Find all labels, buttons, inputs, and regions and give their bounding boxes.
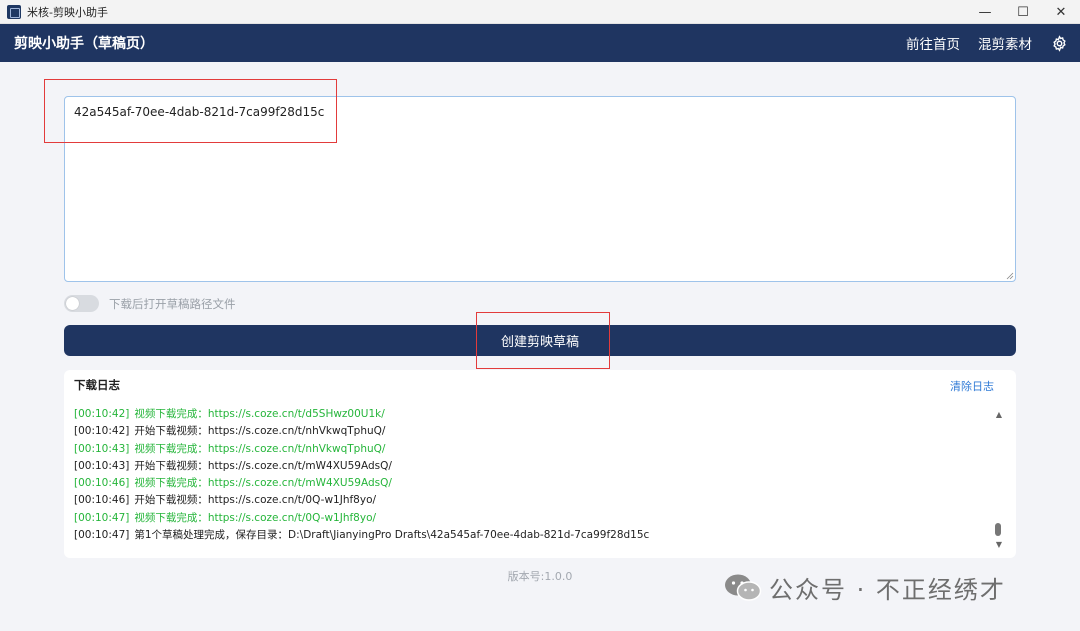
window-titlebar: 米核-剪映小助手 — ☐ ✕ <box>0 0 1080 24</box>
log-line: [00:10:47] 视频下载完成：https://s.coze.cn/t/0Q-… <box>64 510 994 527</box>
window-controls: — ☐ ✕ <box>966 0 1080 24</box>
log-time: [00:10:42] <box>74 408 130 420</box>
log-time: [00:10:47] <box>74 511 130 524</box>
log-line: [00:10:46] 开始下载视频：https://s.coze.cn/t/0Q-… <box>64 492 994 509</box>
log-list[interactable]: [00:10:42] 视频下载完成：https://s.coze.cn/t/d5S… <box>64 406 994 554</box>
open-path-toggle-label: 下载后打开草稿路径文件 <box>109 296 236 311</box>
window-title: 米核-剪映小助手 <box>27 5 108 19</box>
log-line: [00:10:46] 视频下载完成：https://s.coze.cn/t/mW4… <box>64 475 994 492</box>
resize-grip-icon[interactable] <box>1006 272 1014 280</box>
log-line: [00:10:47] 第1个草稿处理完成，保存目录：D:\Draft\Jianyi… <box>64 527 994 544</box>
log-time: [00:10:43] <box>74 459 130 472</box>
app-icon <box>7 4 21 19</box>
log-time: [00:10:43] <box>74 442 130 455</box>
draft-id-textarea[interactable]: 42a545af-70ee-4dab-821d-7ca99f28d15c <box>64 96 1016 282</box>
nav-home-link[interactable]: 前往首页 <box>906 33 960 53</box>
log-line: [00:10:42] 视频下载完成：https://s.coze.cn/t/d5S… <box>64 406 994 423</box>
log-time: [00:10:46] <box>74 477 130 490</box>
wechat-icon <box>725 574 762 601</box>
watermark: 公众号 · 不正经绣才 <box>723 570 1006 605</box>
toggle-knob <box>66 297 79 310</box>
minimize-button[interactable]: — <box>966 0 1004 24</box>
log-header: 下载日志 清除日志 <box>64 370 1016 400</box>
log-message: 视频下载完成：https://s.coze.cn/t/nhVkwqTphuQ/ <box>134 442 386 455</box>
scrollbar-thumb[interactable] <box>995 523 1001 536</box>
log-message: 开始下载视频：https://s.coze.cn/t/mW4XU59AdsQ/ <box>134 459 392 472</box>
header-nav: 前往首页 混剪素材 <box>906 24 1068 62</box>
log-message: 视频下载完成：https://s.coze.cn/t/d5SHwz00U1k/ <box>134 408 385 420</box>
clear-log-button[interactable]: 清除日志 <box>950 378 994 394</box>
nav-mix-material-link[interactable]: 混剪素材 <box>978 33 1032 53</box>
log-message: 开始下载视频：https://s.coze.cn/t/nhVkwqTphuQ/ <box>134 425 386 438</box>
log-message: 视频下载完成：https://s.coze.cn/t/0Q-w1Jhf8yo/ <box>134 511 377 524</box>
maximize-button[interactable]: ☐ <box>1004 0 1042 24</box>
app-header: 剪映小助手（草稿页） 前往首页 混剪素材 <box>0 24 1080 62</box>
log-time: [00:10:42] <box>74 425 130 438</box>
log-line: [00:10:42] 开始下载视频：https://s.coze.cn/t/nhV… <box>64 423 994 440</box>
open-path-toggle[interactable] <box>64 295 99 312</box>
log-message: 视频下载完成：https://s.coze.cn/t/mW4XU59AdsQ/ <box>134 477 392 490</box>
log-time: [00:10:47] <box>74 529 130 542</box>
page-title: 剪映小助手（草稿页） <box>14 36 154 52</box>
log-line: [00:10:43] 开始下载视频：https://s.coze.cn/t/mW4… <box>64 458 994 475</box>
gear-icon[interactable] <box>1050 34 1068 52</box>
log-message: 开始下载视频：https://s.coze.cn/t/0Q-w1Jhf8yo/ <box>134 494 377 507</box>
log-title: 下载日志 <box>74 378 120 392</box>
open-path-toggle-row: 下载后打开草稿路径文件 <box>64 295 236 312</box>
watermark-text: 公众号 · 不正经绣才 <box>769 576 1006 604</box>
close-button[interactable]: ✕ <box>1042 0 1080 24</box>
log-line: [00:10:43] 视频下载完成：https://s.coze.cn/t/nhV… <box>64 441 994 458</box>
log-message: 第1个草稿处理完成，保存目录：D:\Draft\JianyingPro Draf… <box>134 529 650 542</box>
scroll-up-icon[interactable]: ▲ <box>996 410 1002 419</box>
download-log-panel: 下载日志 清除日志 [00:10:42] 视频下载完成：https://s.coz… <box>64 370 1016 558</box>
log-time: [00:10:46] <box>74 494 130 507</box>
create-draft-button[interactable]: 创建剪映草稿 <box>64 325 1016 356</box>
scroll-down-icon[interactable]: ▼ <box>996 540 1002 549</box>
